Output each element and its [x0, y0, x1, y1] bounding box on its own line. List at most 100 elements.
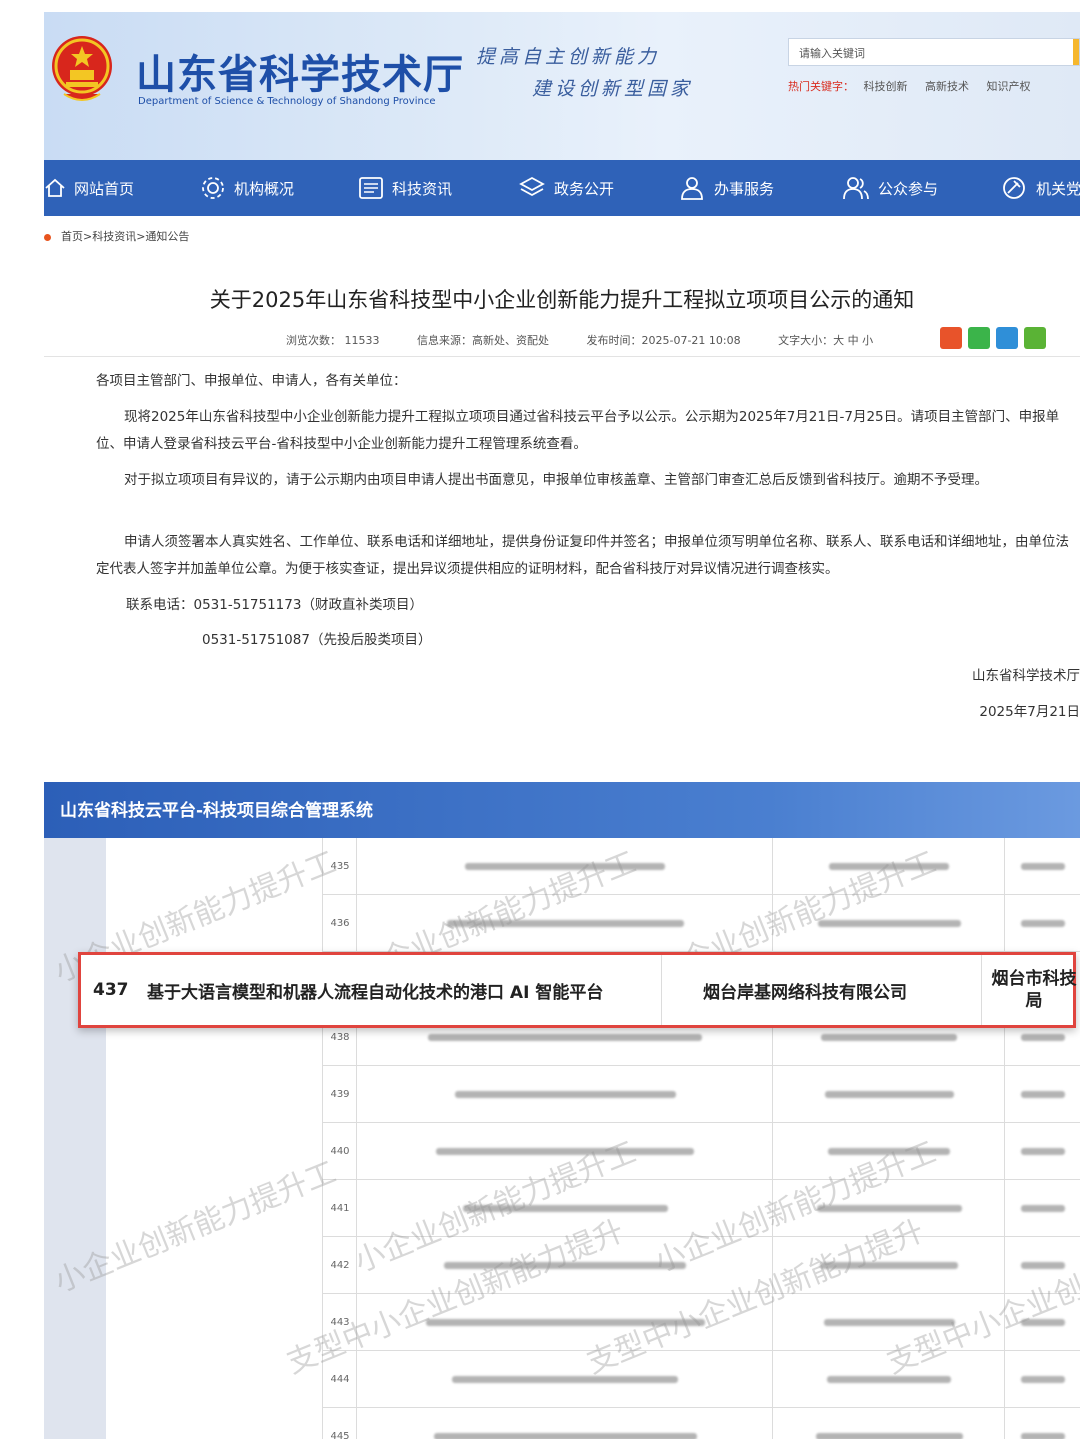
- layers-icon: [519, 176, 545, 197]
- nav-item-label: 政务公开: [554, 179, 615, 198]
- breadcrumb-text[interactable]: 首页>科技资讯>通知公告: [61, 230, 189, 243]
- blurred-text: [452, 1375, 678, 1383]
- slogan-line2: 建设创新型国家: [532, 78, 694, 100]
- blurred-text: [1021, 1204, 1065, 1212]
- article-para1: 现将2025年山东省科技型中小企业创新能力提升工程拟立项项目通过省科技云平台予以…: [96, 404, 1076, 458]
- table-row: 439: [322, 1066, 1080, 1123]
- divider: [44, 356, 1080, 357]
- nav-item-about[interactable]: 机构概况: [200, 160, 294, 216]
- cell-divider: [981, 955, 982, 1025]
- cell-divider: [661, 955, 662, 1025]
- table-row: 444: [322, 1351, 1080, 1408]
- article-para2: 对于拟立项项目有异议的，请于公示期内由项目申请人提出书面意见，申报单位审核盖章、…: [96, 467, 1076, 494]
- blurred-text: [821, 1033, 957, 1041]
- nav-item-label: 机关党: [1036, 179, 1080, 198]
- article-meta: 浏览次数： 11533 信息来源：高新处、资配处 发布时间：2025-07-21…: [286, 332, 907, 348]
- nav-item-service[interactable]: 办事服务: [678, 160, 774, 216]
- blurred-authority-cell: [1004, 838, 1080, 894]
- user-service-icon: [681, 177, 703, 200]
- signature: 山东省科学技术厅: [972, 663, 1080, 690]
- nav-item-news[interactable]: 科技资讯: [358, 160, 452, 216]
- site-banner: 山东省科学技术厅 Department of Science & Technol…: [44, 12, 1080, 160]
- slogan-line1: 提高自主创新能力: [476, 46, 661, 68]
- nav-item-party[interactable]: 机关党: [1000, 160, 1080, 216]
- hot-keyword[interactable]: 知识产权: [987, 80, 1031, 93]
- party-icon: [1003, 177, 1025, 199]
- site-title[interactable]: 山东省科学技术厅: [136, 42, 464, 100]
- blurred-authority-cell: [1004, 1408, 1080, 1439]
- hot-keyword[interactable]: 高新技术: [925, 80, 969, 93]
- meta-source: 信息来源：高新处、资配处: [417, 334, 549, 347]
- highlighted-project-row: 437 基于大语言模型和机器人流程自动化技术的港口 AI 智能平台 烟台岸基网络…: [78, 952, 1077, 1028]
- home-icon: [45, 178, 65, 197]
- blurred-text: [1021, 1090, 1065, 1098]
- nav-item-home[interactable]: 网站首页: [44, 160, 134, 216]
- search-button[interactable]: [1073, 39, 1079, 65]
- article-salutation: 各项目主管部门、申报单位、申请人，各有关单位：: [96, 368, 1076, 395]
- project-company: 烟台岸基网络科技有限公司: [703, 982, 907, 1003]
- blurred-company-cell: [772, 1066, 1005, 1122]
- blurred-text: [1021, 1033, 1065, 1041]
- blurred-authority-cell: [1004, 1123, 1080, 1179]
- table-row: 440: [322, 1123, 1080, 1180]
- system-screenshot: 山东省科技云平台-科技项目综合管理系统 435 436 438 439 440 441 44…: [44, 782, 1080, 1439]
- site-subtitle: Department of Science & Technology of Sh…: [138, 96, 436, 107]
- blurred-company-cell: [772, 1408, 1005, 1439]
- wechat-icon[interactable]: [968, 327, 990, 349]
- article-para3: 申请人须签署本人真实姓名、工作单位、联系电话和详细地址，提供身份证复印件并签名；…: [96, 529, 1076, 583]
- blurred-text: [1021, 919, 1065, 927]
- meta-date: 发布时间：2025-07-21 10:08: [586, 334, 741, 347]
- favorite-star-icon[interactable]: [996, 327, 1018, 349]
- weibo-icon[interactable]: [940, 327, 962, 349]
- para3-text: 申请人须签署本人真实姓名、工作单位、联系电话和详细地址，提供身份证复印件并签名；…: [96, 534, 1069, 577]
- blurred-text: [428, 1033, 702, 1041]
- contact-phone2: 0531-51751087（先投后股类项目）: [202, 627, 1080, 654]
- nav-item-label: 机构概况: [234, 179, 295, 198]
- meta-views: 浏览次数： 11533: [286, 334, 380, 347]
- row-number: 439: [322, 1066, 357, 1122]
- search-input[interactable]: 请输入关键词: [788, 38, 1080, 66]
- phone2-text: 0531-51751087（先投后股类项目）: [202, 632, 432, 648]
- para2-text: 对于拟立项项目有异议的，请于公示期内由项目申请人提出书面意见，申报单位审核盖章、…: [124, 472, 988, 488]
- nav-item-gov[interactable]: 政务公开: [518, 160, 614, 216]
- project-authority: 烟台市科技局: [991, 969, 1077, 1011]
- blurred-authority-cell: [1004, 1180, 1080, 1236]
- system-sidebar: [44, 838, 106, 1439]
- contact-phone1: 联系电话：0531-51751173（财政直补类项目）: [126, 592, 1080, 619]
- table-row: 445: [322, 1408, 1080, 1439]
- blurred-authority-cell: [1004, 1066, 1080, 1122]
- blurred-text: [433, 1432, 697, 1439]
- hot-keywords: 热门关键字： 科技创新 高新技术 知识产权: [788, 78, 1045, 94]
- phone1-text: 联系电话：0531-51751173（财政直补类项目）: [126, 597, 423, 613]
- breadcrumb: 首页>科技资讯>通知公告: [44, 228, 189, 244]
- hot-keyword[interactable]: 科技创新: [864, 80, 908, 93]
- project-number: 437: [93, 980, 129, 1000]
- share-bar: [940, 327, 1046, 349]
- news-icon: [359, 177, 383, 199]
- sign-date-text: 2025年7月21日: [979, 704, 1080, 720]
- project-name: 基于大语言模型和机器人流程自动化技术的港口 AI 智能平台: [147, 982, 604, 1003]
- system-header: 山东省科技云平台-科技项目综合管理系统: [44, 782, 1080, 838]
- system-title: 山东省科技云平台-科技项目综合管理系统: [60, 801, 374, 821]
- main-nav: 网站首页 机构概况 科技资讯 政务公开 办事服务 公众参与 机关党: [44, 160, 1080, 216]
- bullet-icon: [44, 233, 51, 241]
- nav-item-public[interactable]: 公众参与: [842, 160, 938, 216]
- people-icon: [843, 177, 869, 200]
- blurred-project-cell: [356, 1066, 773, 1122]
- blurred-authority-cell: [1004, 1351, 1080, 1407]
- hot-keywords-label: 热门关键字：: [788, 80, 854, 93]
- blurred-text: [1021, 862, 1065, 870]
- table-row: 435: [322, 838, 1080, 895]
- nav-item-label: 公众参与: [878, 179, 939, 198]
- blurred-text: [817, 919, 961, 927]
- para1-text: 现将2025年山东省科技型中小企业创新能力提升工程拟立项项目通过省科技云平台予以…: [96, 409, 1060, 452]
- national-emblem-icon: [52, 36, 112, 101]
- nav-item-label: 网站首页: [74, 179, 135, 198]
- blurred-authority-cell: [1004, 895, 1080, 951]
- blurred-text: [815, 1432, 963, 1439]
- print-icon[interactable]: [1024, 327, 1046, 349]
- blurred-text: [827, 1375, 951, 1383]
- search-placeholder: 请输入关键词: [799, 47, 865, 60]
- meta-font-size[interactable]: 文字大小：大 中 小: [778, 334, 873, 347]
- nav-item-label: 科技资讯: [392, 179, 453, 198]
